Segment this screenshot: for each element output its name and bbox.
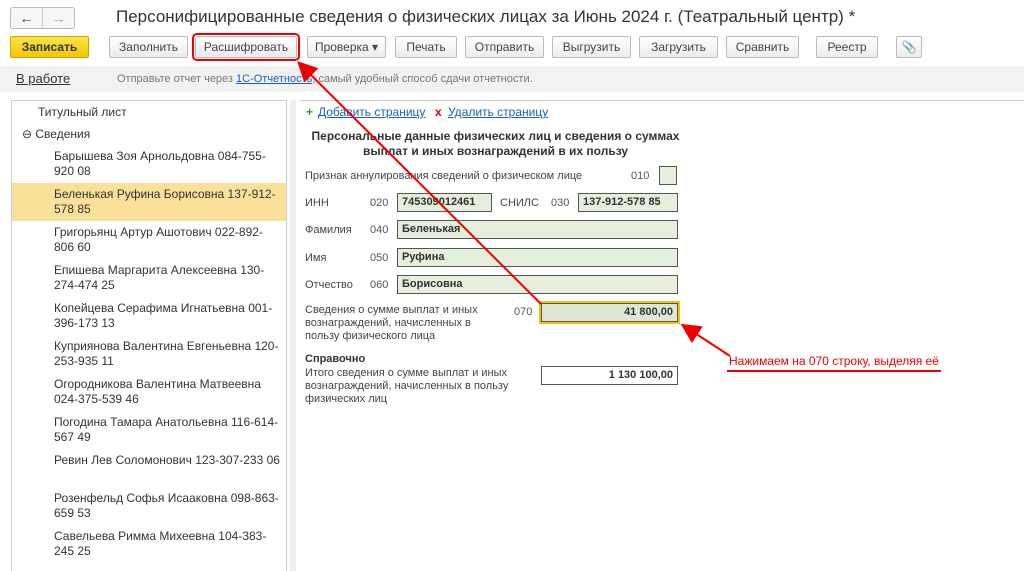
list-item[interactable]: Ревин Лев Соломонович 123-307-233 06 xyxy=(12,449,286,487)
patronymic-field[interactable]: Борисовна xyxy=(397,275,678,294)
registry-button[interactable]: Реестр xyxy=(816,36,878,58)
code-010: 010 xyxy=(631,170,650,182)
sum-field[interactable]: 41 800,00 xyxy=(539,301,680,324)
sections-list: Титульный лист ⊖ Сведения Барышева Зоя А… xyxy=(11,100,287,571)
list-item[interactable]: Епишева Маргарита Алексеевна 130-274-474… xyxy=(12,259,286,297)
msg-text: , самый удобный способ сдачи отчетности. xyxy=(312,73,533,85)
status-link[interactable]: В работе xyxy=(16,66,70,92)
history-nav: ← → xyxy=(10,7,75,29)
check-dropdown[interactable]: Проверка ▾ xyxy=(307,36,386,58)
form-heading: Персональные данные физических лиц и све… xyxy=(311,129,680,158)
snils-field[interactable]: 137-912-578 85 xyxy=(578,193,678,212)
delete-icon: x xyxy=(435,105,442,119)
sum-label: Сведения о сумме выплат и иных вознаграж… xyxy=(305,304,478,342)
export-button[interactable]: Выгрузить xyxy=(552,36,631,58)
code-040: 040 xyxy=(370,224,389,236)
reference-heading: Справочно xyxy=(305,353,366,365)
delete-page-link[interactable]: Удалить страницу xyxy=(448,105,548,119)
list-item[interactable]: Барышева Зоя Арнольдовна 084-755-920 08 xyxy=(12,145,286,183)
snils-label: СНИЛС xyxy=(500,197,539,209)
patronymic-label: Отчество xyxy=(305,279,353,291)
section-title-page[interactable]: Титульный лист xyxy=(12,101,286,123)
list-item[interactable]: Копейцева Серафима Игнатьевна 001-396-17… xyxy=(12,297,286,335)
list-item[interactable]: Огородникова Валентина Матвеевна 024-375… xyxy=(12,373,286,411)
code-030: 030 xyxy=(551,197,570,209)
form-area: + Добавить страницу x Удалить страницу П… xyxy=(300,100,1024,571)
splitter[interactable] xyxy=(290,100,296,571)
list-item-selected[interactable]: Беленькая Руфина Борисовна 137-912-578 8… xyxy=(12,183,286,221)
save-button[interactable]: Записать xyxy=(10,36,89,58)
send-button[interactable]: Отправить xyxy=(465,36,544,58)
info-message: Отправьте отчет через 1С-Отчетность, сам… xyxy=(117,66,533,92)
list-item[interactable]: Куприянова Валентина Евгеньевна 120-253-… xyxy=(12,335,286,373)
total-field: 1 130 100,00 xyxy=(541,366,678,385)
attach-icon[interactable]: 📎 xyxy=(896,36,922,58)
info-bar: В работе Отправьте отчет через 1С-Отчетн… xyxy=(0,66,1024,92)
cancel-checkbox[interactable] xyxy=(659,166,677,185)
add-icon: + xyxy=(306,105,314,119)
list-item[interactable]: Розенфельд Софья Исааковна 098-863-659 5… xyxy=(12,487,286,525)
code-070: 070 xyxy=(514,306,533,318)
add-page-link[interactable]: Добавить страницу xyxy=(318,105,425,119)
inn-label: ИНН xyxy=(305,197,329,209)
name-label: Имя xyxy=(305,252,327,264)
total-label: Итого сведения о сумме выплат и иных воз… xyxy=(305,367,509,405)
forward-button[interactable]: → xyxy=(42,8,74,28)
code-050: 050 xyxy=(370,252,389,264)
back-button[interactable]: ← xyxy=(11,8,42,28)
section-group-records[interactable]: ⊖ Сведения xyxy=(12,123,286,145)
fill-button[interactable]: Заполнить xyxy=(109,36,188,58)
import-button[interactable]: Загрузить xyxy=(639,36,718,58)
annotation-text: Нажимаем на 070 строку, выделяя её xyxy=(727,354,941,372)
list-item[interactable]: Погодина Тамара Анатольевна 116-614-567 … xyxy=(12,411,286,449)
surname-field[interactable]: Беленькая xyxy=(397,220,678,239)
code-020: 020 xyxy=(370,197,389,209)
surname-label: Фамилия xyxy=(305,224,352,236)
inn-field[interactable]: 745309012461 xyxy=(397,193,492,212)
window-title: Персонифицированные сведения о физически… xyxy=(116,7,856,26)
cancel-label: Признак аннулирования сведений о физичес… xyxy=(305,170,583,182)
msg-text: Отправьте отчет через xyxy=(117,73,237,85)
list-item[interactable]: Савельева Римма Михеевна 104-383-245 25 xyxy=(12,525,286,563)
name-field[interactable]: Руфина xyxy=(397,248,678,267)
1c-reporting-link[interactable]: 1С-Отчетность xyxy=(236,73,312,85)
print-button[interactable]: Печать xyxy=(395,36,457,58)
toolbar: Записать Заполнить Расшифровать Проверка… xyxy=(10,33,1024,61)
compare-button[interactable]: Сравнить xyxy=(726,36,799,58)
list-item[interactable]: Григорьянц Артур Ашотович 022-892-806 60 xyxy=(12,221,286,259)
code-060: 060 xyxy=(370,279,389,291)
decode-button[interactable]: Расшифровать xyxy=(192,33,300,61)
